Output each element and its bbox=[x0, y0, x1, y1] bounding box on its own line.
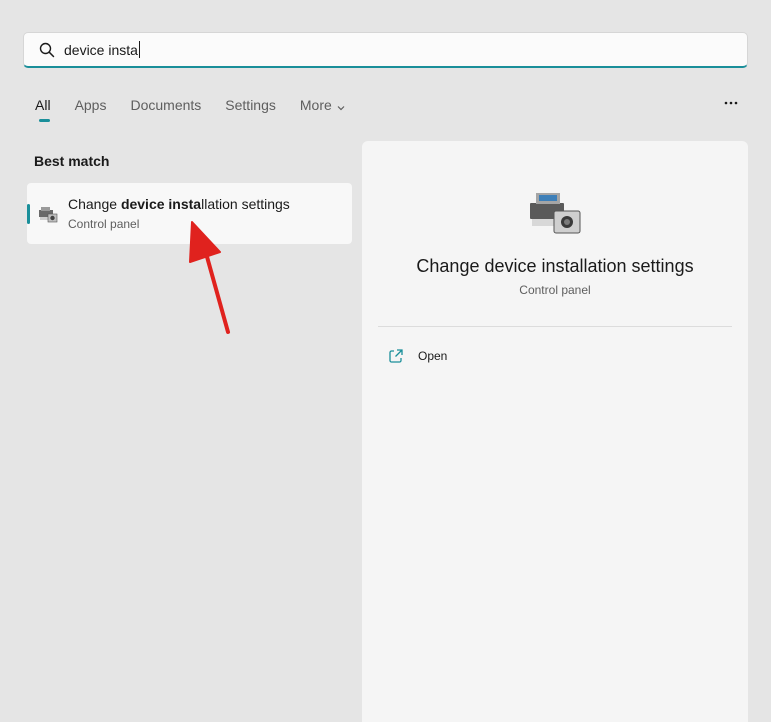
detail-title: Change device installation settings bbox=[416, 256, 694, 276]
annotation-arrow bbox=[182, 218, 242, 336]
tab-all[interactable]: All bbox=[35, 96, 51, 122]
best-match-heading: Best match bbox=[34, 153, 110, 169]
text-caret bbox=[138, 41, 140, 58]
tab-settings[interactable]: Settings bbox=[225, 96, 276, 122]
device-installation-icon bbox=[37, 203, 59, 225]
search-input[interactable]: device insta bbox=[64, 41, 140, 58]
tab-apps[interactable]: Apps bbox=[75, 96, 107, 122]
device-installation-icon bbox=[524, 185, 584, 235]
divider bbox=[378, 326, 732, 327]
search-box[interactable]: device insta bbox=[23, 32, 748, 68]
result-subtitle: Control panel bbox=[68, 217, 140, 231]
open-action-label: Open bbox=[418, 349, 448, 363]
chevron-down-icon bbox=[337, 97, 345, 115]
detail-pane: Change device installation settings Cont… bbox=[362, 141, 748, 722]
search-icon bbox=[38, 41, 56, 59]
tab-documents[interactable]: Documents bbox=[130, 96, 201, 122]
open-external-icon bbox=[388, 348, 404, 364]
more-options-icon[interactable] bbox=[722, 94, 740, 112]
search-query: device insta bbox=[64, 41, 138, 58]
result-title: Change device installation settings bbox=[68, 196, 290, 212]
detail-subtitle: Control panel bbox=[519, 283, 591, 297]
tab-more[interactable]: More bbox=[300, 96, 345, 122]
filter-tabs: All Apps Documents Settings More bbox=[35, 96, 369, 126]
selection-indicator bbox=[27, 204, 30, 224]
open-action[interactable]: Open bbox=[388, 346, 447, 366]
